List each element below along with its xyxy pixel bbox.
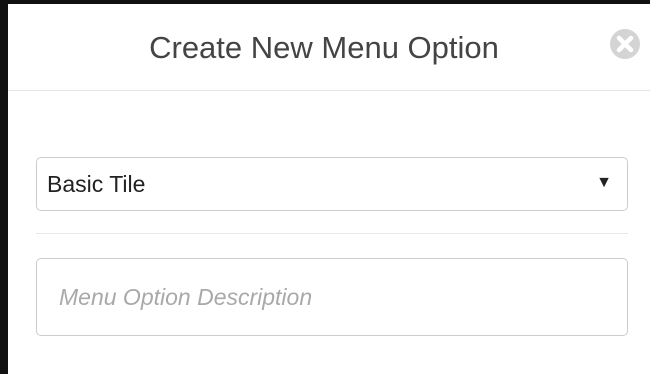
- close-icon[interactable]: [608, 27, 642, 61]
- create-menu-option-modal: Create New Menu Option Basic Tile ▼: [8, 4, 650, 374]
- window-left-border: [0, 0, 8, 374]
- dropdown-triangle-icon: ▼: [596, 174, 612, 191]
- modal-body: Basic Tile ▼: [8, 92, 650, 374]
- tile-type-selected-value: Basic Tile: [47, 171, 146, 197]
- tile-type-select[interactable]: Basic Tile ▼: [36, 157, 628, 211]
- modal-header: Create New Menu Option: [8, 4, 650, 91]
- modal-title: Create New Menu Option: [149, 30, 499, 65]
- form-divider: [36, 233, 628, 234]
- menu-option-description-input[interactable]: [36, 258, 628, 336]
